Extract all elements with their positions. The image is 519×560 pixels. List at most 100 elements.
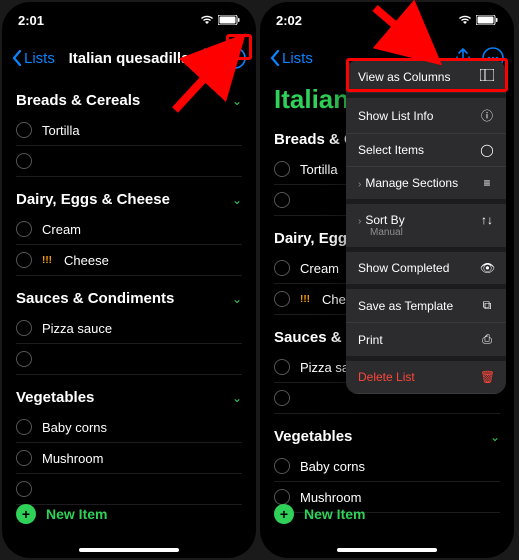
list-item[interactable]: !!! Cheese xyxy=(16,245,242,276)
template-icon: ⧉ xyxy=(480,298,494,313)
list-item[interactable]: Baby corns xyxy=(274,451,500,482)
menu-label: Show List Info xyxy=(358,109,433,123)
list-item-empty[interactable] xyxy=(16,344,242,375)
share-button[interactable] xyxy=(196,48,214,68)
list-item[interactable]: Cream xyxy=(16,214,242,245)
checkbox-circle[interactable] xyxy=(274,260,290,276)
priority-flag-icon: !!! xyxy=(300,294,310,305)
menu-label: Show Completed xyxy=(358,261,449,275)
status-bar: 2:02 xyxy=(260,2,514,38)
item-label: Baby corns xyxy=(42,420,107,435)
back-button[interactable]: Lists xyxy=(270,50,313,67)
new-item-button[interactable]: + New Item xyxy=(260,494,379,534)
checkbox-circle[interactable] xyxy=(16,252,32,268)
menu-show-completed[interactable]: Show Completed 👁 xyxy=(346,252,506,289)
menu-sort-by[interactable]: ›Sort By ↑↓ Manual xyxy=(346,204,506,252)
info-icon: ⓘ xyxy=(480,107,494,124)
list-item-empty[interactable] xyxy=(16,146,242,177)
list-item[interactable]: Mushroom xyxy=(16,443,242,474)
chevron-down-icon: ⌄ xyxy=(490,430,500,444)
menu-print[interactable]: Print ⎙ xyxy=(346,323,506,361)
menu-manage-sections[interactable]: ›Manage Sections ≡ xyxy=(346,167,506,204)
list-item[interactable]: Tortilla xyxy=(16,115,242,146)
chevron-left-icon xyxy=(270,50,280,66)
checkbox-circle[interactable] xyxy=(274,390,290,406)
checkbox-circle[interactable] xyxy=(274,359,290,375)
menu-label: Sort By xyxy=(365,213,404,227)
phone-right: 2:02 Lists Italian q Bre xyxy=(260,2,514,558)
item-label: Tortilla xyxy=(42,123,80,138)
section-title: Dairy, Eggs & Cheese xyxy=(16,191,170,208)
checkbox-circle[interactable] xyxy=(16,320,32,336)
list-item[interactable]: Pizza sauce xyxy=(16,313,242,344)
battery-icon xyxy=(218,15,240,25)
list-item[interactable]: Baby corns xyxy=(16,412,242,443)
new-item-label: New Item xyxy=(304,506,365,522)
back-label: Lists xyxy=(24,50,55,67)
menu-delete-list[interactable]: Delete List 🗑 xyxy=(346,361,506,394)
item-label: Cheese xyxy=(64,253,109,268)
more-button[interactable] xyxy=(224,47,246,69)
chevron-left-icon xyxy=(12,50,22,66)
plus-icon: + xyxy=(274,504,294,524)
context-menu: View as Columns Show List Info ⓘ Select … xyxy=(346,60,506,394)
menu-save-as-template[interactable]: Save as Template ⧉ xyxy=(346,289,506,323)
sort-value: Manual xyxy=(358,227,403,238)
eye-icon: 👁 xyxy=(480,261,494,275)
section-title: Dairy, Eggs xyxy=(274,230,355,247)
menu-label: Save as Template xyxy=(358,299,453,313)
section-title: Vegetables xyxy=(274,428,352,445)
menu-label: View as Columns xyxy=(358,70,450,84)
sections-icon: ≡ xyxy=(480,176,494,190)
wifi-icon xyxy=(458,15,472,25)
columns-icon xyxy=(480,69,494,84)
item-label: Pizza sauce xyxy=(42,321,112,336)
section-header-sauces[interactable]: Sauces & Condiments ⌄ xyxy=(16,276,242,313)
chevron-down-icon: ⌄ xyxy=(232,391,242,405)
phone-left: 2:01 Lists Italian quesadilla xyxy=(2,2,256,558)
share-icon xyxy=(196,48,214,68)
checkbox-circle[interactable] xyxy=(16,351,32,367)
status-indicators xyxy=(458,15,498,25)
menu-label: Manage Sections xyxy=(365,176,458,190)
checkbox-circle[interactable] xyxy=(16,122,32,138)
checkbox-circle[interactable] xyxy=(274,291,290,307)
check-circle-icon: ◯ xyxy=(480,143,494,157)
wifi-icon xyxy=(200,15,214,25)
checkbox-circle[interactable] xyxy=(274,161,290,177)
checkbox-circle[interactable] xyxy=(16,419,32,435)
back-button[interactable]: Lists xyxy=(12,50,55,67)
checkbox-circle[interactable] xyxy=(16,153,32,169)
new-item-label: New Item xyxy=(46,506,107,522)
chevron-down-icon: ⌄ xyxy=(232,193,242,207)
status-bar: 2:01 xyxy=(2,2,256,38)
home-indicator xyxy=(337,548,437,552)
menu-view-as-columns[interactable]: View as Columns xyxy=(346,60,506,98)
status-time: 2:02 xyxy=(276,13,302,28)
item-label: Baby corns xyxy=(300,459,365,474)
battery-icon xyxy=(476,15,498,25)
priority-flag-icon: !!! xyxy=(42,255,52,266)
trash-icon: 🗑 xyxy=(480,370,494,384)
sort-icon: ↑↓ xyxy=(480,213,494,227)
checkbox-circle[interactable] xyxy=(16,450,32,466)
section-header-breads[interactable]: Breads & Cereals ⌄ xyxy=(16,78,242,115)
section-header-veg[interactable]: Vegetables ⌄ xyxy=(16,375,242,412)
menu-label: Print xyxy=(358,333,383,347)
new-item-button[interactable]: + New Item xyxy=(2,494,121,534)
chevron-down-icon: ⌄ xyxy=(232,94,242,108)
nav-bar: Lists Italian quesadilla xyxy=(2,38,256,78)
section-header-dairy[interactable]: Dairy, Eggs & Cheese ⌄ xyxy=(16,177,242,214)
status-time: 2:01 xyxy=(18,13,44,28)
checkbox-circle[interactable] xyxy=(274,458,290,474)
item-label: Mushroom xyxy=(42,451,103,466)
status-indicators xyxy=(200,15,240,25)
section-header-veg[interactable]: Vegetables ⌄ xyxy=(274,414,500,451)
checkbox-circle[interactable] xyxy=(274,192,290,208)
checkbox-circle[interactable] xyxy=(16,221,32,237)
menu-select-items[interactable]: Select Items ◯ xyxy=(346,134,506,167)
item-label: Cream xyxy=(42,222,81,237)
menu-show-list-info[interactable]: Show List Info ⓘ xyxy=(346,98,506,134)
item-label: Tortilla xyxy=(300,162,338,177)
item-label: Cream xyxy=(300,261,339,276)
